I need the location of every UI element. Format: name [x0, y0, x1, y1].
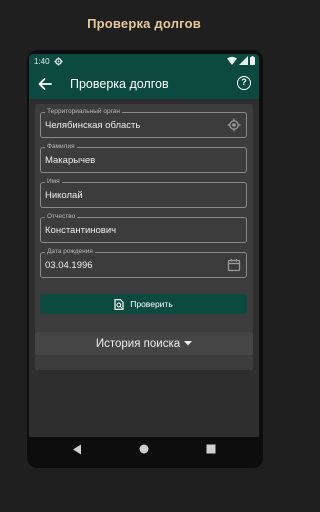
calendar-icon[interactable]	[227, 258, 241, 272]
region-value: Челябинская область	[45, 120, 141, 131]
back-triangle-icon[interactable]	[72, 444, 82, 455]
first-name-value: Николай	[45, 190, 83, 201]
check-button-label: Проверить	[130, 299, 173, 309]
last-name-field[interactable]: Фамилия Макарычев	[40, 143, 247, 173]
location-icon[interactable]	[227, 118, 241, 132]
patronymic-value: Константинович	[45, 225, 117, 236]
battery-icon	[250, 56, 255, 65]
status-bar: 1:40	[29, 54, 259, 69]
first-name-field[interactable]: Имя Николай	[40, 178, 247, 208]
app-bar: Проверка долгов ?	[29, 69, 259, 99]
first-name-label: Имя	[45, 178, 62, 186]
document-search-icon	[114, 298, 124, 310]
home-circle-icon[interactable]	[139, 444, 149, 454]
status-time: 1:40	[34, 57, 50, 66]
region-field[interactable]: Территориальный орган Челябинская област…	[40, 108, 247, 138]
caret-down-icon	[184, 341, 193, 346]
wifi-icon	[227, 56, 237, 65]
region-label: Территориальный орган	[45, 108, 123, 116]
birth-date-label: Дата рождения	[45, 248, 95, 256]
arrow-back-icon[interactable]	[36, 75, 54, 93]
birth-date-value: 03.04.1996	[45, 260, 93, 271]
last-name-label: Фамилия	[45, 143, 77, 151]
system-nav-bar	[29, 437, 259, 464]
recents-square-icon[interactable]	[206, 444, 216, 454]
help-icon[interactable]: ?	[237, 76, 251, 90]
signal-icon	[239, 56, 248, 65]
last-name-value: Макарычев	[45, 155, 96, 166]
app-screen: 1:40 Проверка долгов ? Территориальный о…	[29, 54, 259, 464]
patronymic-label: Отчество	[45, 213, 78, 221]
app-bar-title: Проверка долгов	[70, 77, 169, 91]
search-history-label: История поиска	[95, 337, 181, 350]
gear-icon	[54, 57, 63, 66]
patronymic-field[interactable]: Отчество Константинович	[40, 213, 247, 243]
search-form-card: Территориальный орган Челябинская област…	[35, 104, 253, 370]
check-button[interactable]: Проверить	[40, 294, 247, 314]
birth-date-field[interactable]: Дата рождения 03.04.1996	[40, 248, 247, 278]
search-history-toggle[interactable]: История поиска	[35, 332, 253, 355]
promo-title: Проверка долгов	[87, 16, 201, 31]
